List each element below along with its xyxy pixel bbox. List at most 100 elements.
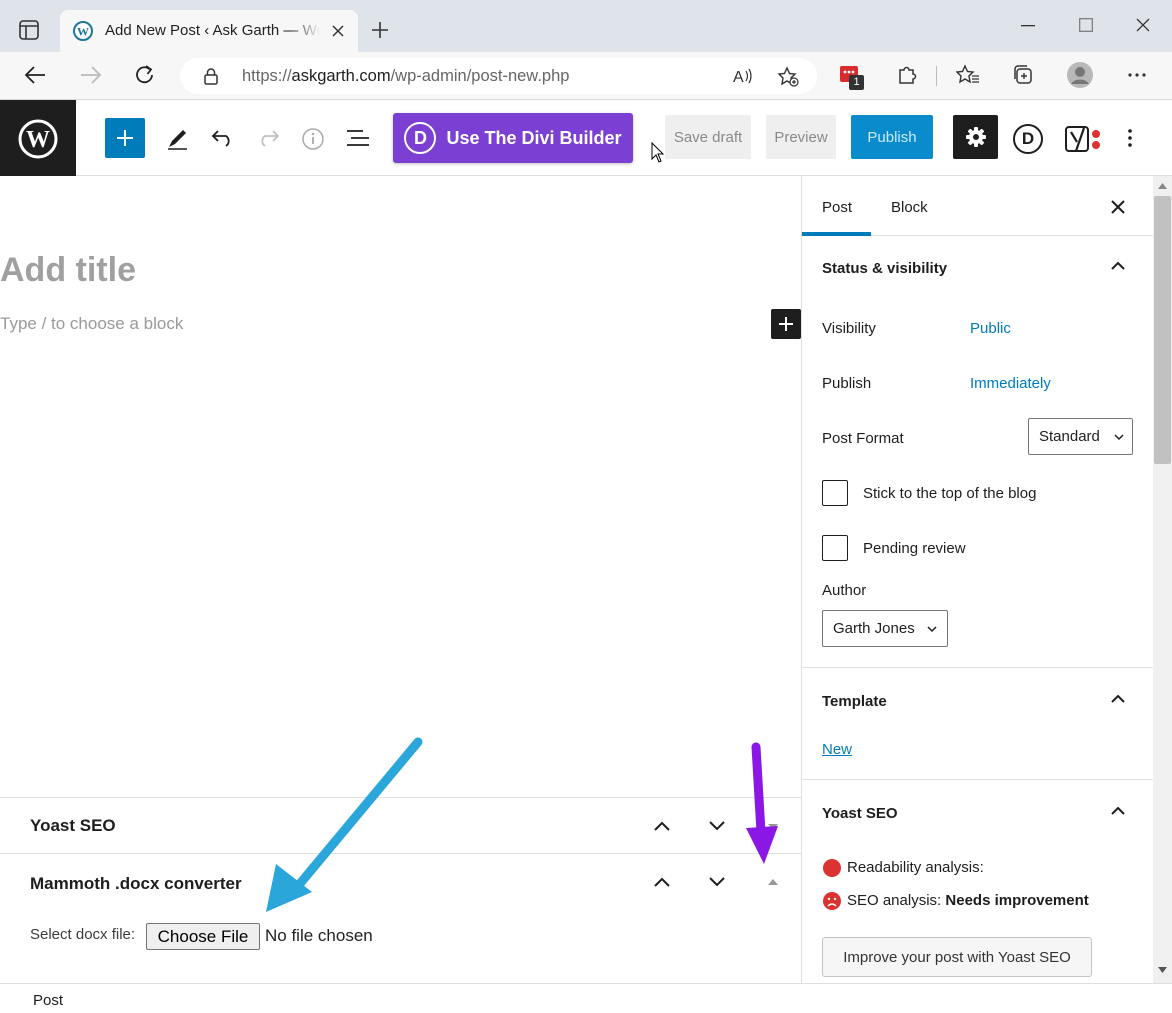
tab-post[interactable]: Post	[822, 199, 852, 216]
post-format-label: Post Format	[822, 430, 904, 447]
block-placeholder[interactable]: Type / to choose a block	[0, 314, 183, 334]
purple-arrow-annotation	[746, 742, 778, 864]
browser-tab-bar: W Add New Post ‹ Ask Garth — WordPress	[0, 0, 1172, 52]
minimize-icon[interactable]	[1021, 25, 1035, 27]
extension-badge: 1	[849, 75, 864, 90]
pending-review-label[interactable]: Pending review	[863, 540, 966, 557]
extension-icon[interactable]: 1	[840, 64, 864, 90]
post-title-input[interactable]: Add title	[0, 251, 136, 290]
tab-title: Add New Post ‹ Ask Garth — WordPress	[105, 22, 320, 39]
list-view-icon[interactable]	[346, 129, 370, 147]
settings-button[interactable]	[953, 115, 998, 159]
redo-icon[interactable]	[256, 129, 280, 147]
read-aloud-icon[interactable]: A	[732, 67, 754, 85]
chevron-up-icon[interactable]	[1110, 694, 1126, 704]
choose-file-button[interactable]: Choose File	[146, 923, 260, 950]
favorites-icon[interactable]	[956, 64, 980, 86]
mouse-cursor-icon	[651, 142, 665, 163]
preview-button[interactable]: Preview	[766, 115, 836, 159]
plus-icon	[779, 317, 793, 331]
divi-d-icon: D	[404, 122, 437, 154]
template-new-link[interactable]: New	[822, 741, 852, 758]
sidebar-tabs: Post Block	[802, 176, 1153, 236]
undo-icon[interactable]	[211, 129, 235, 147]
scroll-down-arrow-icon[interactable]	[1158, 967, 1167, 973]
sticky-label[interactable]: Stick to the top of the blog	[863, 485, 1036, 502]
move-up-icon[interactable]	[653, 876, 671, 888]
move-down-icon[interactable]	[708, 820, 726, 832]
publish-button[interactable]: Publish	[851, 115, 933, 159]
svg-text:W: W	[26, 127, 50, 153]
breadcrumb-post[interactable]: Post	[33, 992, 63, 1009]
forward-arrow-icon[interactable]	[80, 65, 102, 85]
svg-text:A: A	[733, 69, 744, 85]
browser-menu-icon[interactable]	[1128, 73, 1146, 77]
editor-footer: Post	[0, 983, 1172, 1013]
address-bar[interactable]: https://askgarth.com/wp-admin/post-new.p…	[180, 58, 817, 94]
publish-date-toggle[interactable]: Immediately	[970, 375, 1051, 392]
browser-toolbar: https://askgarth.com/wp-admin/post-new.p…	[0, 52, 1172, 100]
select-docx-label: Select docx file:	[30, 926, 136, 943]
svg-text:W: W	[77, 25, 89, 39]
template-title[interactable]: Template	[822, 693, 887, 710]
save-draft-button[interactable]: Save draft	[665, 115, 751, 159]
add-favorite-icon[interactable]	[777, 66, 799, 88]
add-block-button[interactable]	[771, 309, 801, 339]
tools-pencil-icon[interactable]	[166, 126, 190, 150]
template-panel: Template New	[802, 667, 1153, 779]
collections-icon[interactable]	[1012, 64, 1034, 86]
use-divi-builder-button[interactable]: D Use The Divi Builder	[393, 113, 633, 163]
chevron-up-icon[interactable]	[1110, 261, 1126, 271]
chevron-down-icon	[1114, 434, 1124, 441]
profile-avatar-icon[interactable]	[1066, 61, 1094, 89]
details-info-icon[interactable]	[301, 127, 325, 151]
blue-arrow-annotation	[266, 737, 423, 912]
lock-icon[interactable]	[204, 68, 218, 85]
seo-sad-face-icon	[823, 892, 841, 910]
window-close-icon[interactable]	[1136, 18, 1150, 32]
refresh-icon[interactable]	[134, 64, 156, 86]
improve-post-button[interactable]: Improve your post with Yoast SEO	[822, 937, 1092, 977]
plus-icon	[117, 130, 133, 146]
divi-icon[interactable]: D	[1013, 124, 1043, 154]
wordpress-logo-icon: W	[18, 119, 58, 159]
no-file-chosen-text: No file chosen	[265, 926, 373, 945]
chevron-up-icon[interactable]	[1110, 806, 1126, 816]
move-up-icon[interactable]	[653, 820, 671, 832]
tab-close-icon[interactable]	[332, 25, 344, 37]
tab-block[interactable]: Block	[891, 199, 928, 216]
readability-red-dot-icon	[823, 859, 841, 877]
yoast-seo-title[interactable]: Yoast SEO	[822, 805, 898, 822]
maximize-icon[interactable]	[1079, 18, 1093, 32]
status-visibility-title[interactable]: Status & visibility	[822, 260, 947, 277]
pending-review-checkbox[interactable]	[822, 535, 848, 561]
post-format-select[interactable]: Standard	[1028, 418, 1133, 455]
toggle-triangle-icon[interactable]	[767, 878, 779, 886]
tab-actions-icon[interactable]	[19, 20, 39, 40]
yoast-metabox-title[interactable]: Yoast SEO	[30, 816, 116, 836]
readability-label[interactable]: Readability analysis:	[847, 859, 984, 876]
options-menu-icon[interactable]	[1128, 129, 1132, 147]
chevron-down-icon	[927, 626, 937, 633]
sticky-checkbox[interactable]	[822, 480, 848, 506]
mammoth-metabox-title[interactable]: Mammoth .docx converter	[30, 874, 242, 894]
extensions-puzzle-icon[interactable]	[896, 64, 918, 86]
gear-icon	[965, 127, 986, 147]
close-sidebar-icon[interactable]	[1111, 200, 1125, 214]
wordpress-logo[interactable]: W	[0, 100, 76, 176]
browser-tab[interactable]: W Add New Post ‹ Ask Garth — WordPress	[60, 10, 358, 52]
seo-analysis[interactable]: SEO analysis: Needs improvement	[847, 892, 1089, 909]
author-select[interactable]: Garth Jones	[822, 610, 948, 647]
author-value: Garth Jones	[833, 620, 915, 637]
scroll-up-arrow-icon[interactable]	[1158, 183, 1167, 189]
scrollbar-thumb[interactable]	[1154, 196, 1171, 464]
url-text: https://askgarth.com/wp-admin/post-new.p…	[242, 67, 570, 85]
yoast-icon[interactable]	[1064, 124, 1104, 154]
new-tab-icon[interactable]	[371, 21, 389, 39]
post-format-value: Standard	[1039, 428, 1100, 445]
block-inserter-button[interactable]	[105, 118, 145, 158]
editor-canvas: Add title Type / to choose a block Yoast…	[0, 176, 801, 983]
back-arrow-icon[interactable]	[24, 65, 46, 85]
visibility-toggle[interactable]: Public	[970, 320, 1011, 337]
move-down-icon[interactable]	[708, 876, 726, 888]
